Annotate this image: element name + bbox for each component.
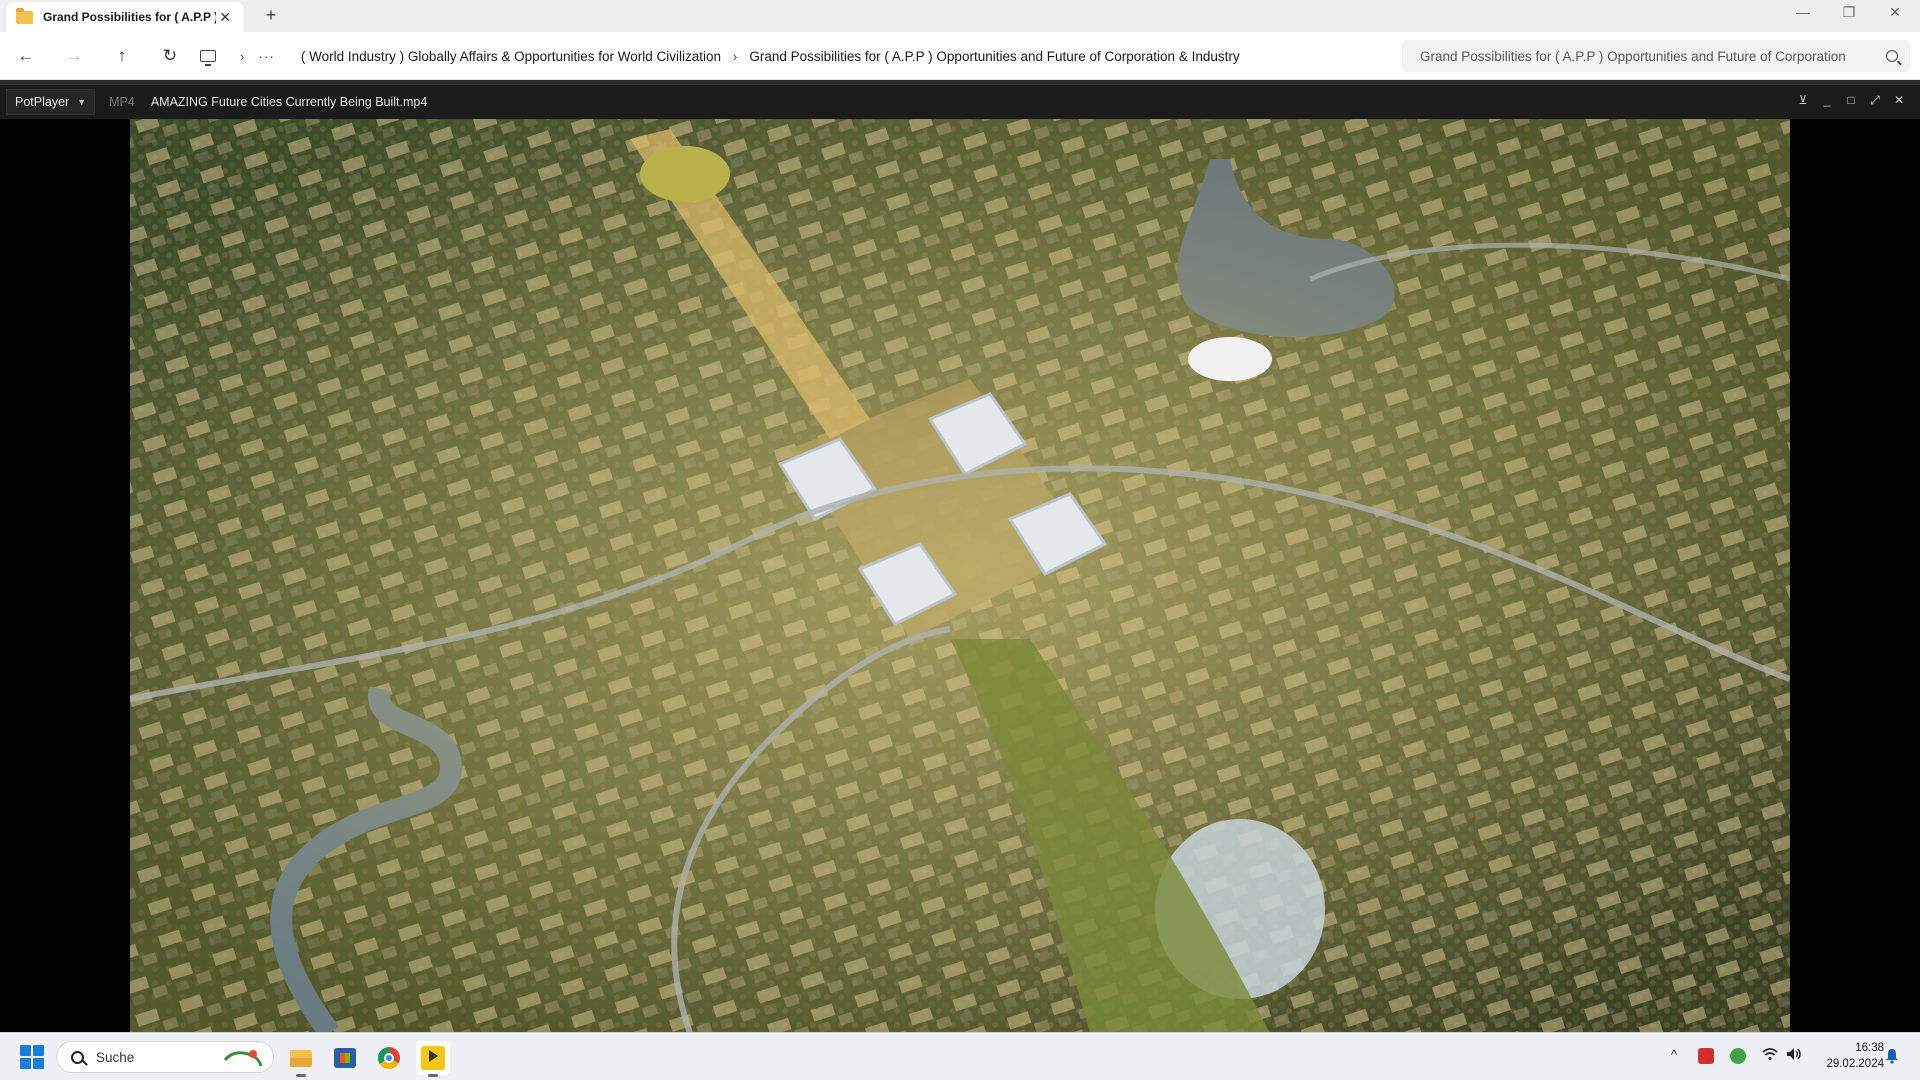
start-tile: [33, 1045, 44, 1056]
chevron-right-icon[interactable]: ›: [240, 49, 244, 64]
video-format-label: MP4: [109, 95, 135, 109]
potplayer-icon: [421, 1046, 445, 1070]
taskbar-potplayer[interactable]: [416, 1041, 450, 1077]
folder-icon: [16, 7, 33, 24]
volume-icon[interactable]: [1784, 1047, 1804, 1064]
potplayer-menu-label: PotPlayer: [15, 95, 70, 109]
clock-date: 29.02.2024: [1826, 1058, 1884, 1070]
potplayer-window: PotPlayer ▼ MP4 AMAZING Future Cities Cu…: [0, 84, 1920, 1033]
windows-taskbar: Suche ^ 16:38 29.02.2024: [0, 1032, 1920, 1080]
taskbar-search-box[interactable]: Suche: [56, 1041, 274, 1073]
taskbar-clock[interactable]: 16:38 29.02.2024: [1808, 1040, 1884, 1072]
chrome-icon: [378, 1047, 400, 1069]
store-icon: [334, 1048, 356, 1068]
video-file-name: AMAZING Future Cities Currently Being Bu…: [150, 95, 428, 109]
chevron-right-icon[interactable]: ›: [733, 49, 737, 64]
pin-icon[interactable]: ⊻: [1793, 93, 1813, 107]
potplayer-menu-button[interactable]: PotPlayer ▼: [6, 89, 96, 115]
tray-security-icon[interactable]: [1730, 1048, 1746, 1064]
taskbar-search-label: Suche: [96, 1049, 135, 1065]
aerial-city-render: [130, 119, 1790, 1033]
taskbar-microsoft-store[interactable]: [328, 1041, 362, 1075]
refresh-button[interactable]: ↻: [158, 44, 182, 68]
running-indicator: [296, 1074, 306, 1077]
taskbar-chrome[interactable]: [372, 1041, 406, 1075]
folder-icon: [290, 1049, 312, 1067]
search-highlight-icon: [223, 1046, 263, 1068]
explorer-nav-bar: ← → ↑ ↻ › ··· ( World Industry ) Globall…: [0, 32, 1920, 80]
clock-time: 16:38: [1855, 1042, 1884, 1054]
tab-grand-possibilities[interactable]: Grand Possibilities for ( A.P.P ) ✕: [6, 2, 244, 32]
address-bar[interactable]: › ··· ( World Industry ) Globally Affair…: [200, 40, 1400, 72]
tray-chevron-up-icon[interactable]: ^: [1664, 1047, 1684, 1062]
tab-title: Grand Possibilities for ( A.P.P ): [43, 10, 217, 24]
wifi-icon[interactable]: [1760, 1047, 1780, 1064]
player-fullscreen-button[interactable]: ⤢: [1865, 93, 1885, 108]
player-minimize-button[interactable]: _: [1817, 93, 1837, 107]
new-tab-button[interactable]: +: [260, 5, 282, 26]
explorer-search-box[interactable]: Grand Possibilities for ( A.P.P ) Opport…: [1402, 40, 1910, 72]
explorer-title-bar: Grand Possibilities for ( A.P.P ) ✕ + — …: [0, 0, 1920, 32]
start-tile: [33, 1058, 44, 1069]
start-tile: [20, 1045, 31, 1056]
notification-bell-icon[interactable]: [1884, 1048, 1900, 1064]
search-icon[interactable]: [1886, 50, 1898, 62]
monitor-icon[interactable]: [200, 50, 216, 66]
back-button[interactable]: ←: [14, 44, 38, 68]
search-icon: [71, 1050, 84, 1064]
windows-start-button[interactable]: [20, 1045, 44, 1069]
tray-app-icon-red[interactable]: [1698, 1048, 1714, 1064]
up-button[interactable]: ↑: [110, 44, 134, 68]
taskbar-file-explorer[interactable]: [284, 1041, 318, 1077]
chevron-down-icon: ▼: [77, 97, 87, 107]
forward-button[interactable]: →: [62, 44, 86, 68]
maximize-button[interactable]: ❐: [1834, 4, 1864, 21]
breadcrumb-world-industry[interactable]: ( World Industry ) Globally Affairs & Op…: [301, 49, 721, 64]
close-window-button[interactable]: ✕: [1880, 4, 1910, 21]
player-maximize-button[interactable]: □: [1841, 93, 1861, 107]
minimize-button[interactable]: —: [1788, 4, 1818, 20]
breadcrumb-grand-possibilities[interactable]: Grand Possibilities for ( A.P.P ) Opport…: [749, 49, 1239, 64]
tab-close-button[interactable]: ✕: [216, 9, 234, 26]
player-close-button[interactable]: ✕: [1889, 93, 1909, 107]
breadcrumb-overflow-button[interactable]: ···: [258, 49, 275, 64]
running-indicator: [428, 1074, 438, 1077]
potplayer-title-bar: PotPlayer ▼ MP4 AMAZING Future Cities Cu…: [0, 85, 1920, 119]
video-frame[interactable]: [130, 119, 1790, 1033]
start-tile: [20, 1058, 31, 1069]
search-placeholder: Grand Possibilities for ( A.P.P ) Opport…: [1420, 48, 1846, 64]
